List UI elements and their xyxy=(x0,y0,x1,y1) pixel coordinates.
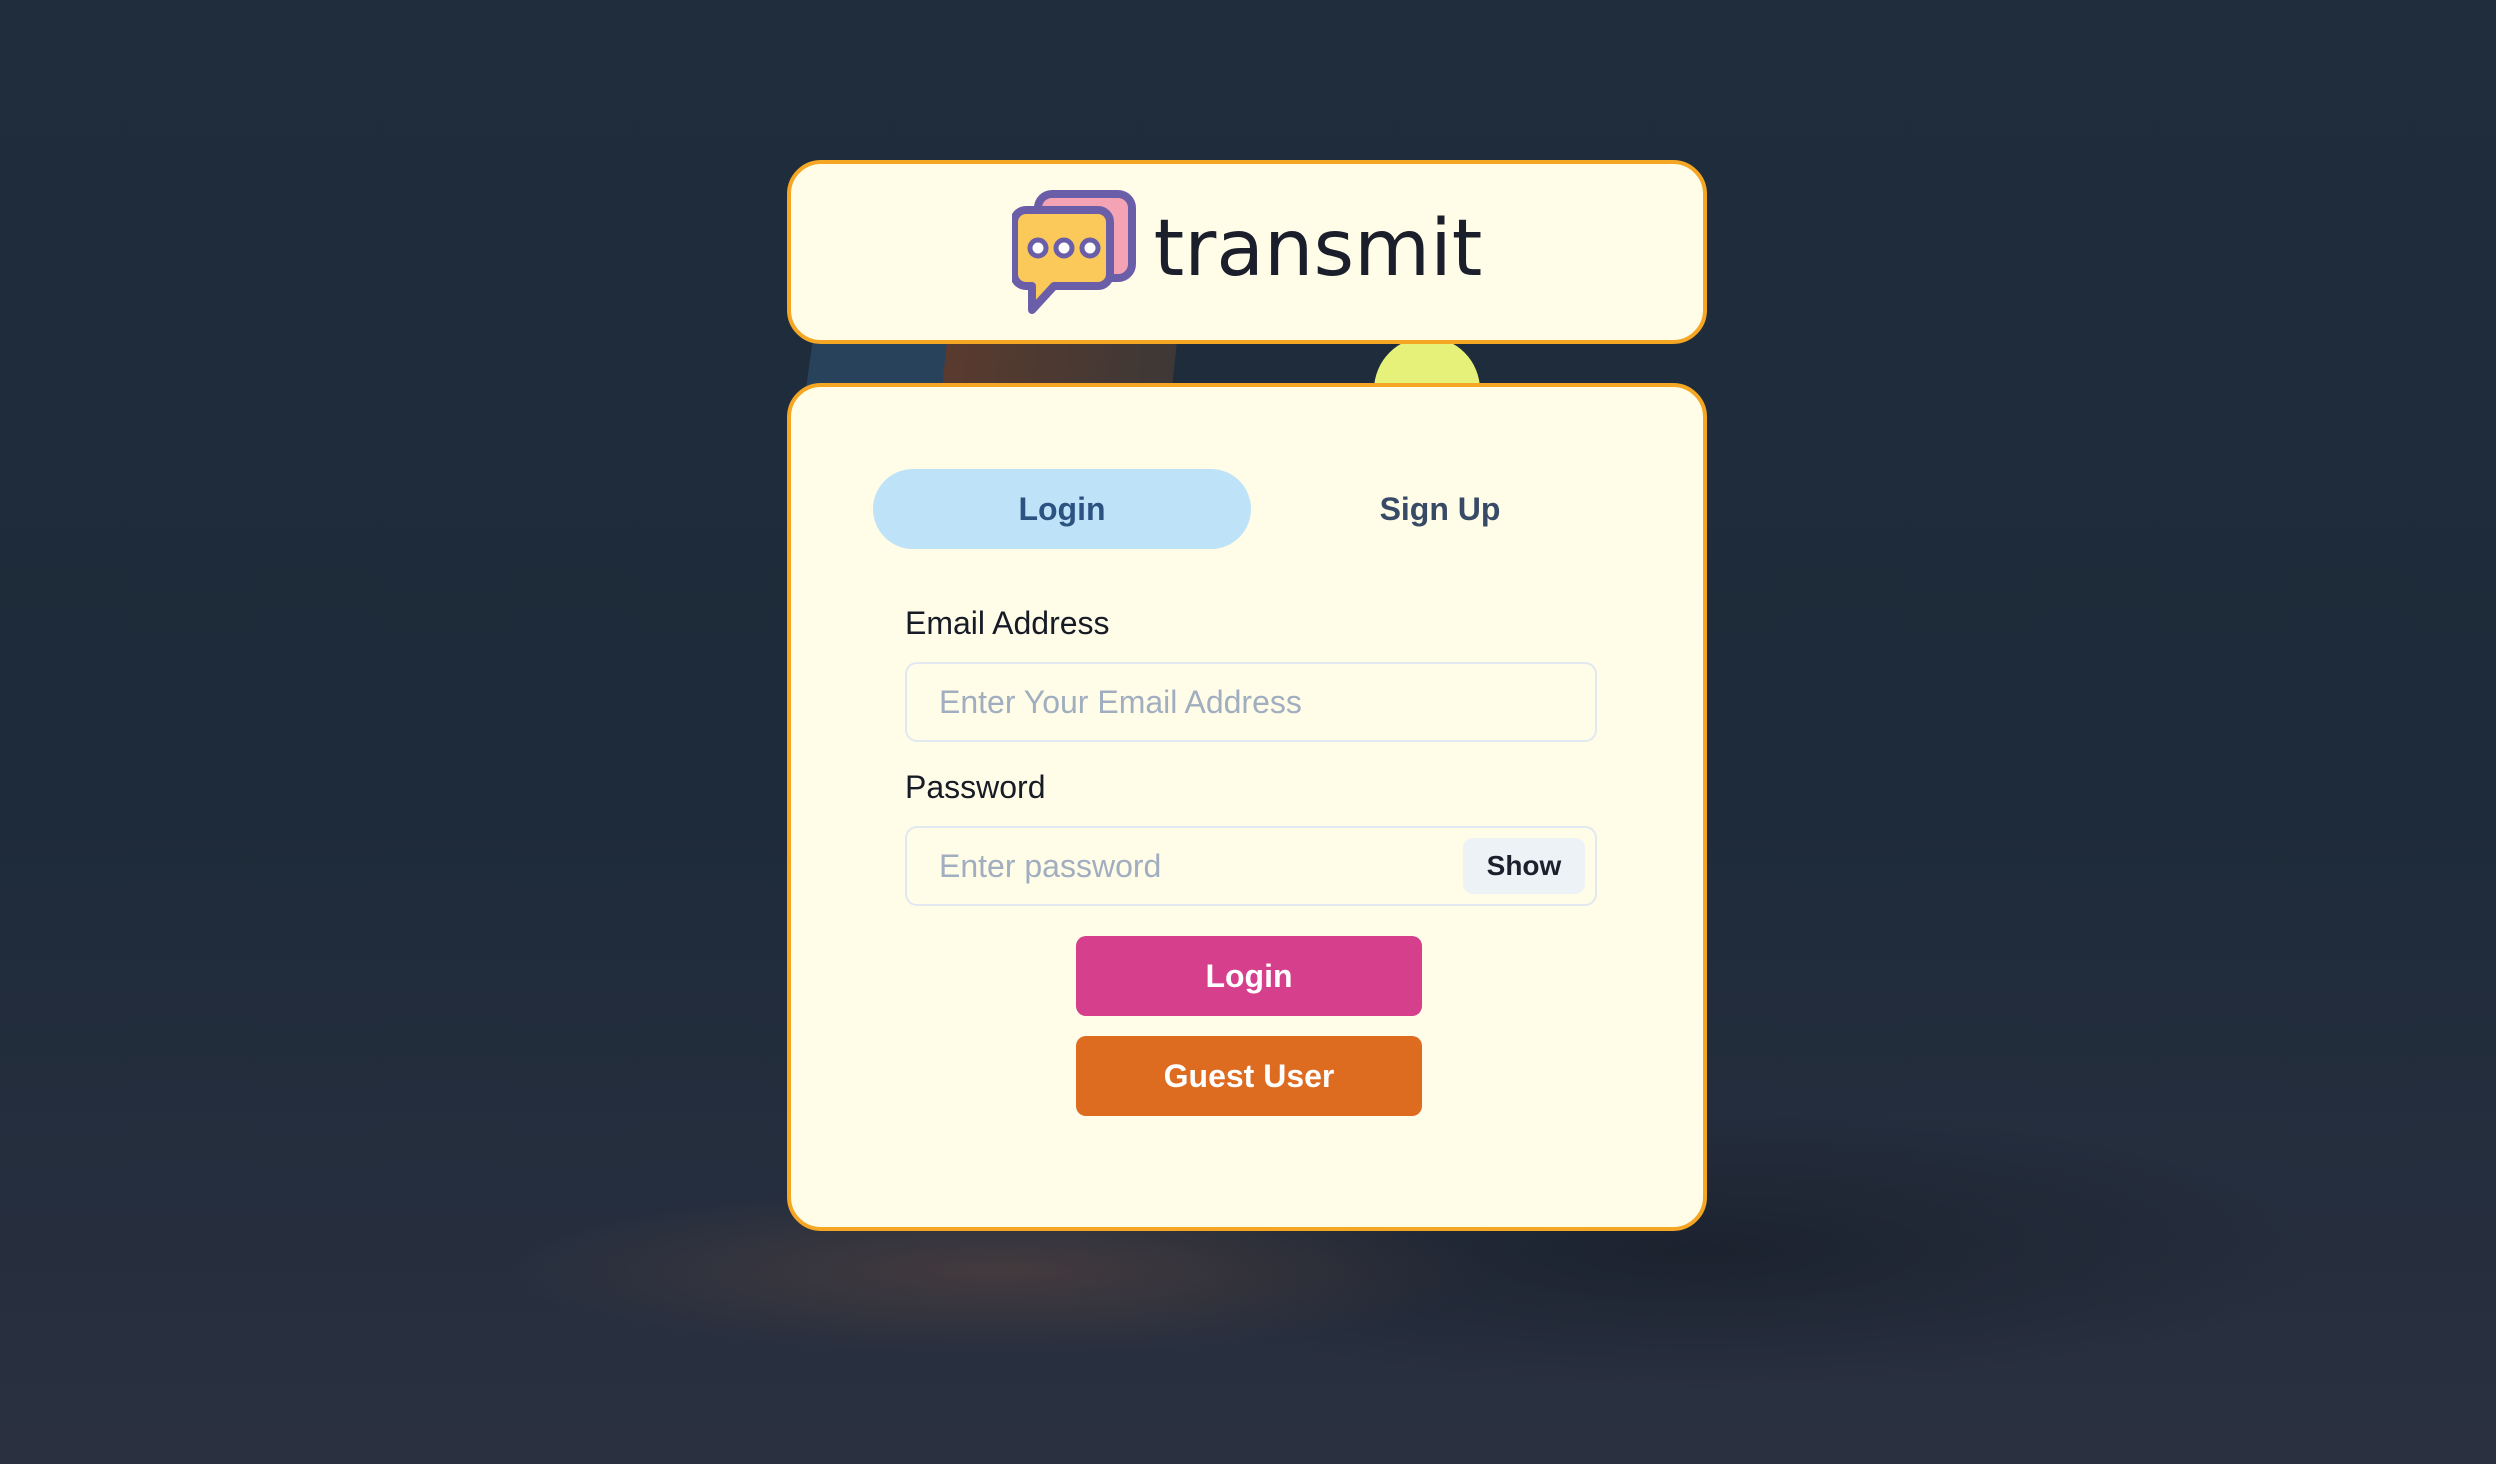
brand-name: transmit xyxy=(1153,204,1483,294)
tab-login[interactable]: Login xyxy=(873,469,1251,549)
email-label: Email Address xyxy=(905,605,1110,641)
password-field[interactable] xyxy=(907,828,1463,904)
brand-header: transmit xyxy=(787,160,1707,344)
guest-user-button[interactable]: Guest User xyxy=(1076,1036,1422,1116)
email-field-container xyxy=(905,662,1597,742)
chat-bubbles-icon xyxy=(1011,190,1136,314)
tab-sign-up[interactable]: Sign Up xyxy=(1251,469,1629,549)
auth-form-card: Login Sign Up Email Address Password Sho… xyxy=(787,383,1707,1231)
password-field-container: Show xyxy=(905,826,1597,906)
password-label: Password xyxy=(905,769,1046,805)
login-button[interactable]: Login xyxy=(1076,936,1422,1016)
auth-tabs: Login Sign Up xyxy=(873,469,1629,549)
show-password-button[interactable]: Show xyxy=(1463,838,1585,894)
email-field[interactable] xyxy=(907,664,1595,740)
